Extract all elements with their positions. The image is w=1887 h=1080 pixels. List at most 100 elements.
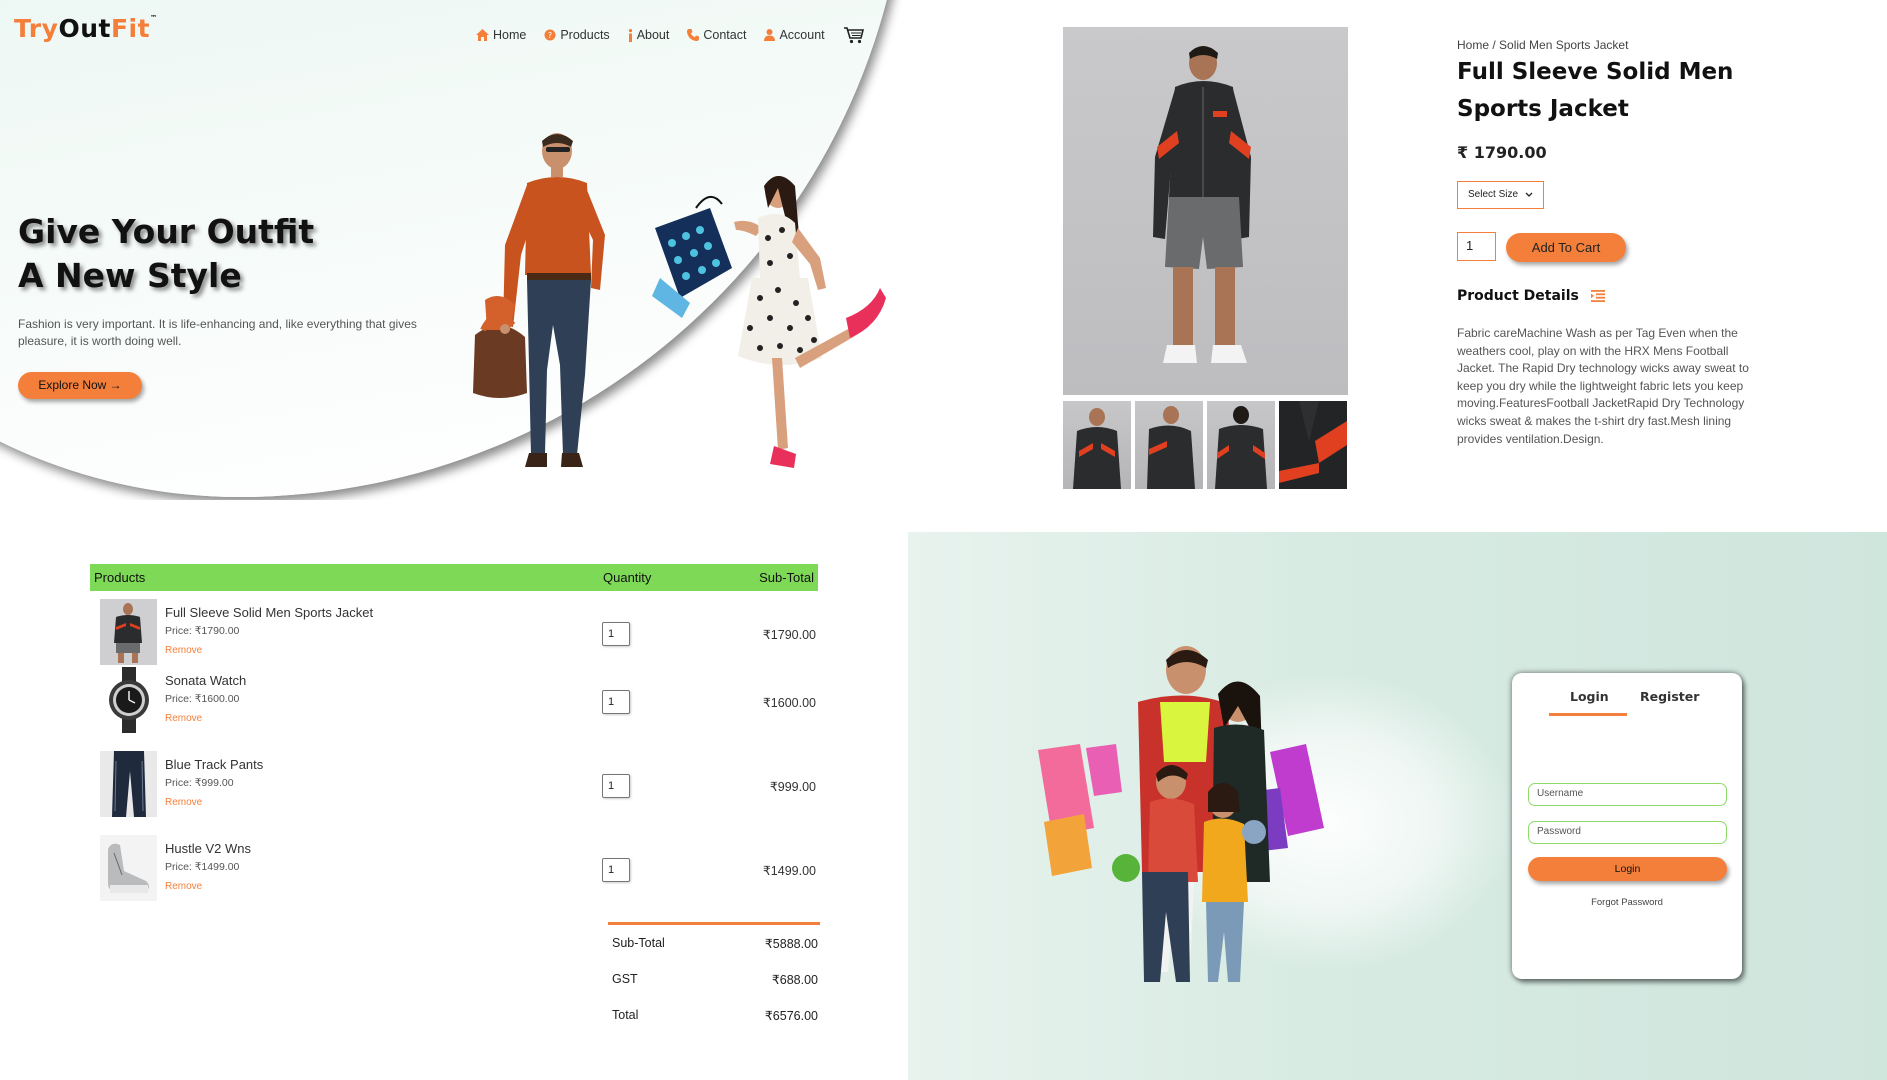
cart-item-subtotal: ₹1600.00 xyxy=(762,696,816,710)
totals-value: ₹5888.00 xyxy=(764,936,818,951)
size-select-value: Select Size xyxy=(1468,189,1519,200)
product-details-text: Fabric careMachine Wash as per Tag Even … xyxy=(1457,326,1749,446)
size-select[interactable]: Select Size xyxy=(1457,181,1544,209)
hero-description: Fashion is very important. It is life-en… xyxy=(18,317,417,348)
brand-logo[interactable]: TryOutFit™ xyxy=(14,14,158,43)
cart-item-price: Price: ₹1499.00 xyxy=(165,861,240,873)
cart-item-name: Sonata Watch xyxy=(165,673,247,688)
cart-item-subtotal: ₹1499.00 xyxy=(762,864,816,878)
forgot-password-link[interactable]: Forgot Password xyxy=(1512,897,1742,908)
nav-item-about[interactable]: About xyxy=(628,28,670,42)
remove-link[interactable]: Remove xyxy=(165,645,202,656)
family-shopping-image xyxy=(1038,646,1324,982)
cart-item-subtotal: ₹999.00 xyxy=(769,780,816,794)
cart-item-name: Hustle V2 Wns xyxy=(165,841,251,856)
hero-section: TryOutFit™ Home ? Products About Contact… xyxy=(0,0,908,500)
cart-row: Full Sleeve Solid Men Sports Jacket Pric… xyxy=(90,599,818,671)
cart-item-subtotal: ₹1790.00 xyxy=(762,628,816,642)
quantity-input[interactable]: 1 xyxy=(1457,232,1496,261)
product-details-heading: Product Details xyxy=(1457,288,1605,304)
cart-item-image xyxy=(100,751,157,817)
cart-item-name: Full Sleeve Solid Men Sports Jacket xyxy=(165,605,374,620)
hero-woman-image xyxy=(652,176,886,468)
nav-item-contact[interactable]: Contact xyxy=(687,28,746,42)
username-field[interactable]: Username xyxy=(1528,783,1727,806)
info-icon xyxy=(628,28,632,42)
quantity-input[interactable]: 1 xyxy=(602,622,630,646)
quantity-input[interactable]: 1 xyxy=(602,690,630,714)
cart-icon[interactable] xyxy=(843,26,865,44)
explore-now-button[interactable]: Explore Now → xyxy=(18,372,142,399)
cart-section: Products Quantity Sub-Total Full Sleeve … xyxy=(0,500,908,1080)
logo-fit: Fit xyxy=(110,14,151,43)
breadcrumb[interactable]: Home / Solid Men Sports Jacket xyxy=(1457,38,1628,52)
totals-value: ₹6576.00 xyxy=(764,1008,818,1023)
logo-trademark: ™ xyxy=(150,14,158,22)
cart-row: Sonata Watch Price: ₹1600.00 Remove 1 ₹1… xyxy=(90,667,818,739)
nav-label: Contact xyxy=(703,28,747,42)
quantity-input[interactable]: 1 xyxy=(602,858,630,882)
hero-title-line2: A New Style xyxy=(18,256,242,295)
header-quantity: Quantity xyxy=(603,570,652,585)
totals-label: Sub-Total xyxy=(612,936,665,950)
nav-label: Home xyxy=(493,28,527,42)
product-main-image[interactable] xyxy=(1063,27,1348,395)
product-thumbnails xyxy=(1063,401,1347,489)
tab-login[interactable]: Login xyxy=(1570,689,1609,704)
cart-item-image xyxy=(100,835,157,901)
quantity-input[interactable]: 1 xyxy=(602,774,630,798)
cart-row: Hustle V2 Wns Price: ₹1499.00 Remove 1 ₹… xyxy=(90,835,818,907)
product-details-label: Product Details xyxy=(1457,288,1579,304)
product-detail-section: Home / Solid Men Sports Jacket Full Slee… xyxy=(908,0,1887,532)
tab-register[interactable]: Register xyxy=(1640,689,1699,704)
phone-icon xyxy=(687,29,700,41)
totals-label: Total xyxy=(612,1008,639,1022)
totals-row-subtotal: Sub-Total ₹5888.00 xyxy=(608,925,820,961)
svg-text:?: ? xyxy=(548,31,552,40)
totals-value: ₹688.00 xyxy=(771,972,818,987)
cart-row: Blue Track Pants Price: ₹999.00 Remove 1… xyxy=(90,751,818,823)
nav-item-products[interactable]: ? Products xyxy=(544,28,610,42)
totals-label: GST xyxy=(612,972,638,986)
totals-row-gst: GST ₹688.00 xyxy=(608,961,820,997)
header-subtotal: Sub-Total xyxy=(759,570,814,585)
remove-link[interactable]: Remove xyxy=(165,797,202,808)
home-icon xyxy=(476,29,489,41)
list-indent-icon xyxy=(1590,290,1605,302)
thumbnail-2[interactable] xyxy=(1135,401,1203,489)
nav-item-account[interactable]: Account xyxy=(764,28,825,42)
user-icon xyxy=(764,29,776,41)
nav-label: About xyxy=(636,28,670,42)
cart-item-price: Price: ₹1600.00 xyxy=(165,693,240,705)
products-icon: ? xyxy=(544,29,556,41)
header-products: Products xyxy=(94,570,146,585)
cart-item-name: Blue Track Pants xyxy=(165,757,264,772)
remove-link[interactable]: Remove xyxy=(165,881,202,892)
login-button[interactable]: Login xyxy=(1528,857,1727,881)
main-nav: Home ? Products About Contact Account xyxy=(476,26,865,44)
chevron-down-icon xyxy=(1525,192,1533,197)
remove-link[interactable]: Remove xyxy=(165,713,202,724)
logo-out: Out xyxy=(58,14,111,43)
hero-title: Give Your Outfit A New Style xyxy=(18,210,378,298)
thumbnail-4[interactable] xyxy=(1279,401,1347,489)
cart-table-header: Products Quantity Sub-Total xyxy=(90,564,818,591)
cart-item-price: Price: ₹1790.00 xyxy=(165,625,240,637)
active-tab-indicator xyxy=(1549,713,1627,716)
nav-label: Account xyxy=(779,28,825,42)
nav-label: Products xyxy=(560,28,610,42)
password-field[interactable]: Password xyxy=(1528,821,1727,844)
hero-man-image xyxy=(473,133,605,467)
login-card: Login Register Username Password Login F… xyxy=(1512,673,1742,979)
add-to-cart-button[interactable]: Add To Cart xyxy=(1506,233,1626,262)
jacket-model-image xyxy=(1153,46,1251,363)
logo-try: Try xyxy=(14,14,59,43)
thumbnail-1[interactable] xyxy=(1063,401,1131,489)
login-section: Login Register Username Password Login F… xyxy=(908,532,1887,1080)
thumbnail-3[interactable] xyxy=(1207,401,1275,489)
cart-item-image xyxy=(100,667,157,733)
totals-row-total: Total ₹6576.00 xyxy=(608,997,820,1033)
nav-item-home[interactable]: Home xyxy=(476,28,526,42)
cart-item-image xyxy=(100,599,157,665)
product-price: ₹ 1790.00 xyxy=(1457,143,1547,162)
